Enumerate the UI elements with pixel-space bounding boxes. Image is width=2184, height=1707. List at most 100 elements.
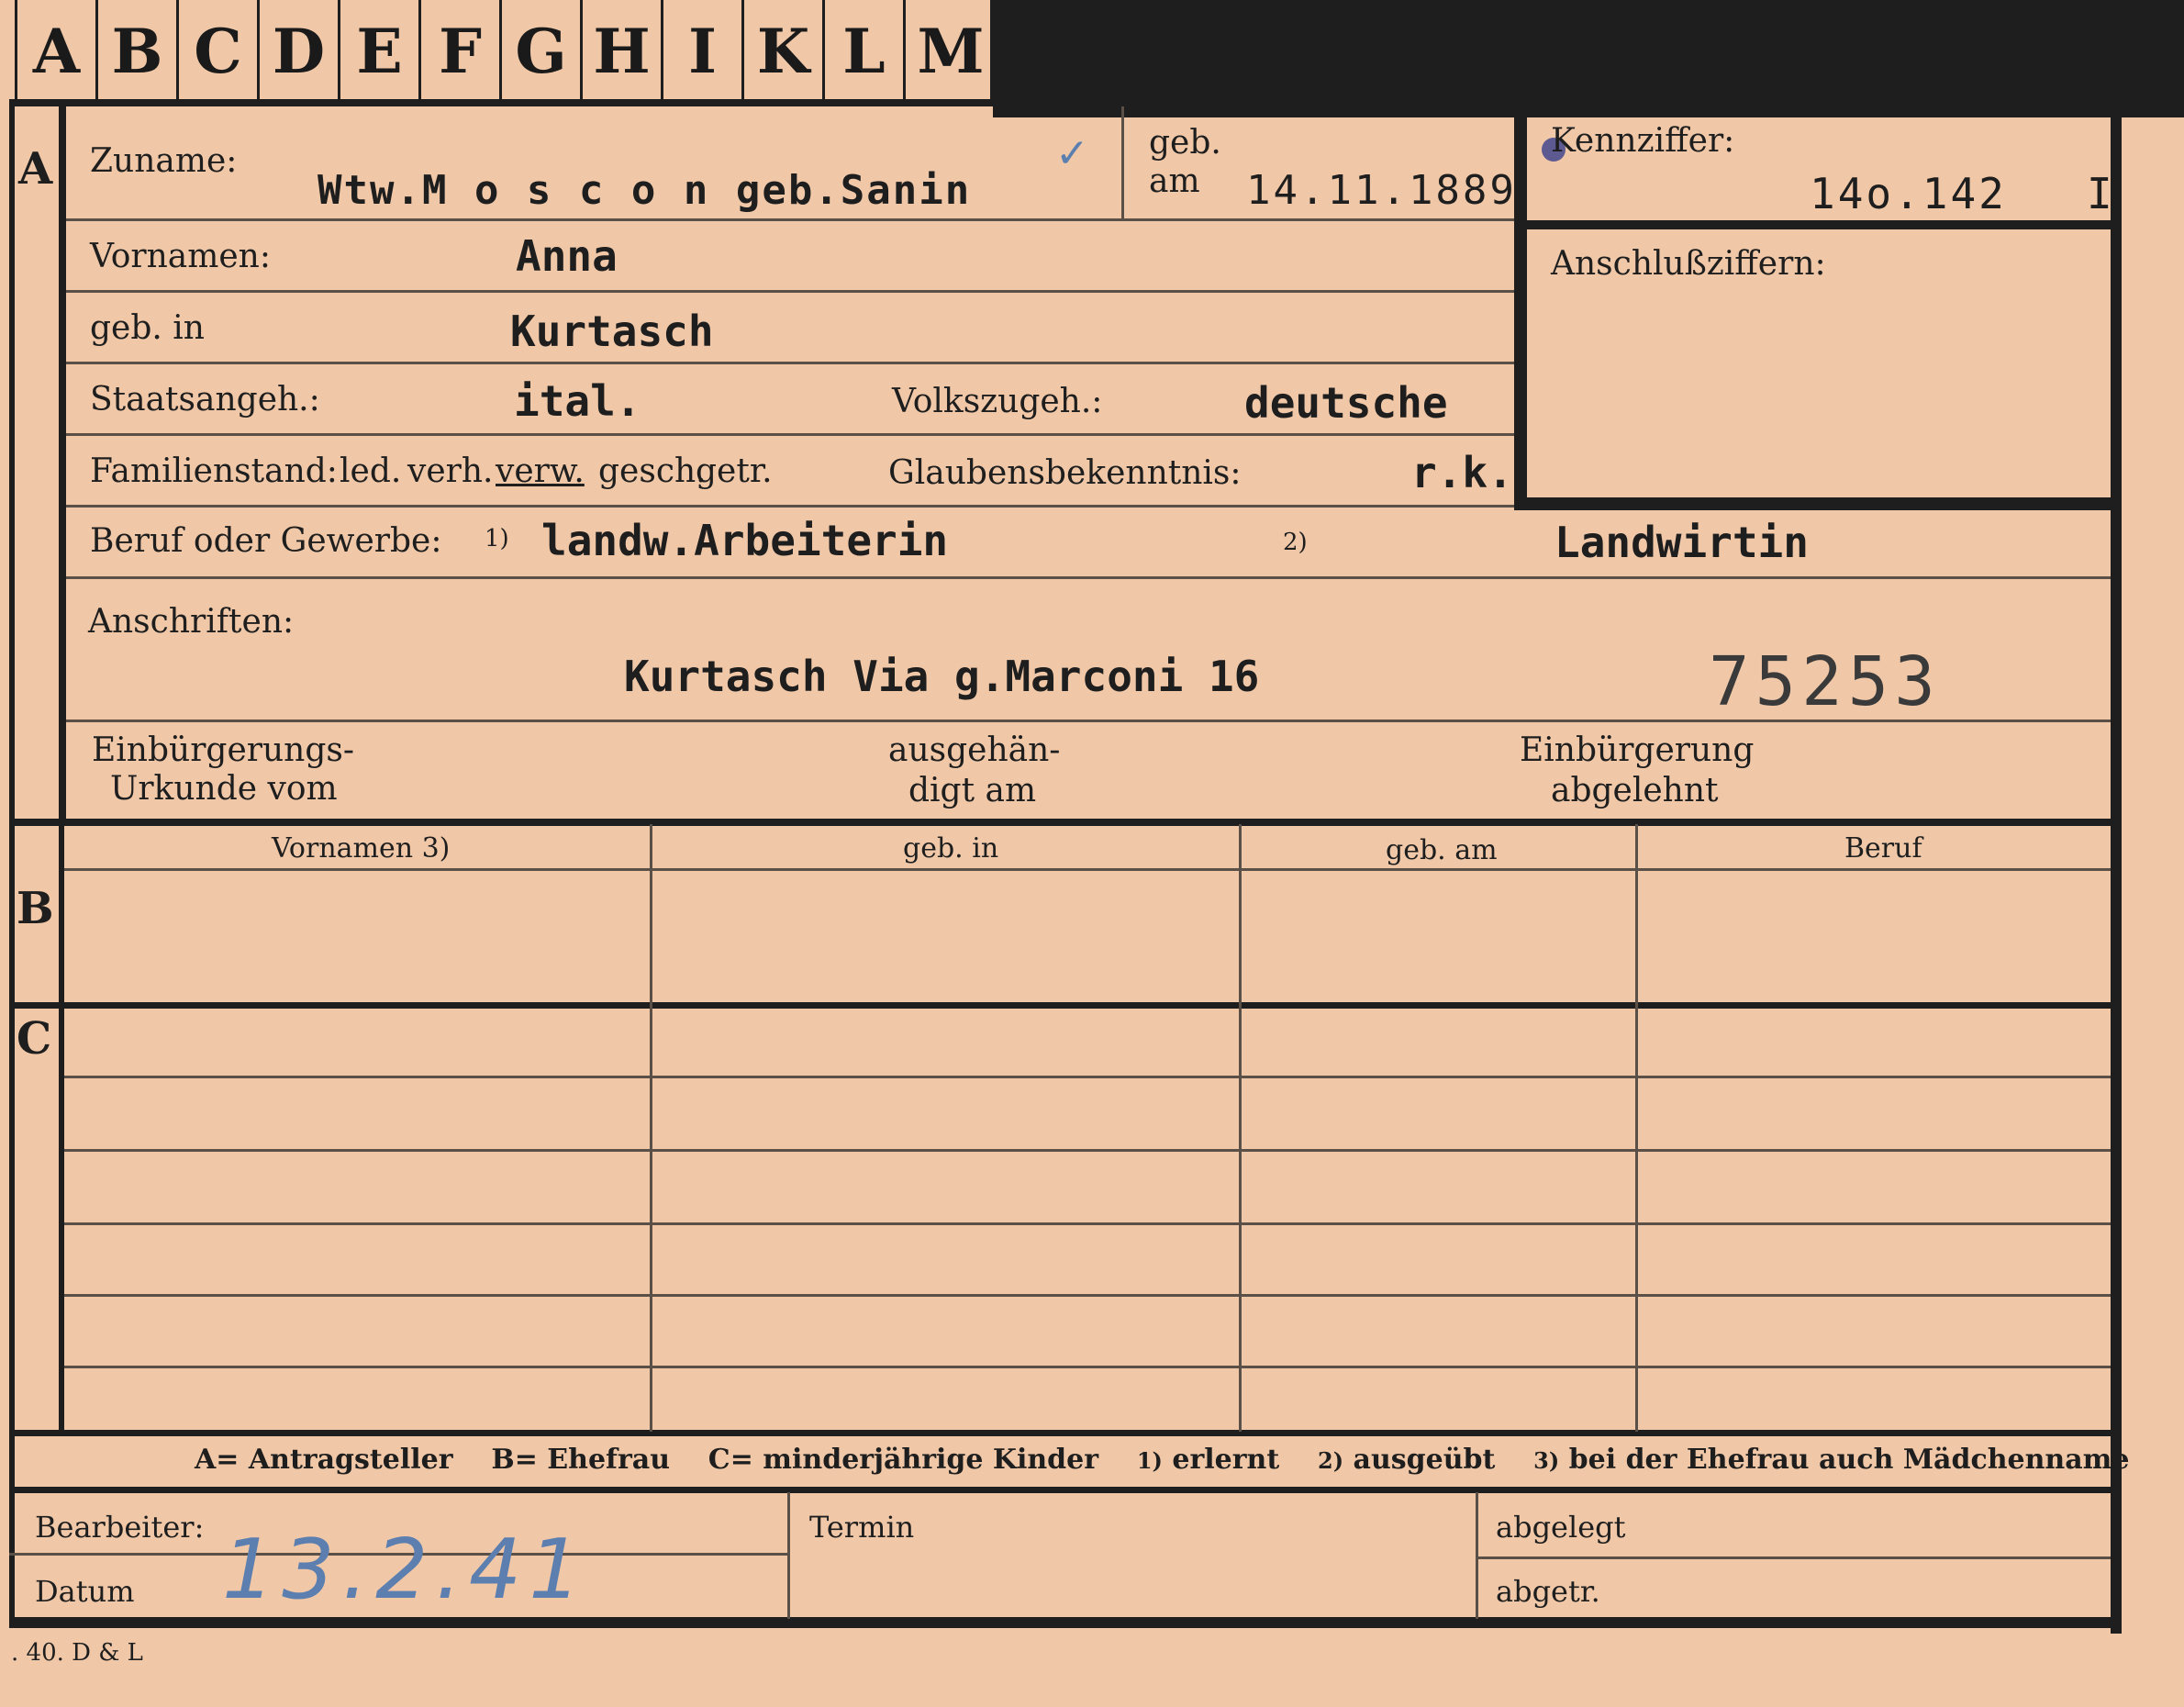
section-b-marker: B: [17, 883, 54, 934]
legend-text: bei der Ehefrau auch Mädchenname: [1568, 1444, 2130, 1476]
column-header-born-in: geb. in: [903, 832, 999, 865]
index-tab[interactable]: G: [502, 0, 583, 103]
registration-card: A B C D E F G H I K L M A B C Zuname: Wt…: [0, 0, 2184, 1707]
section-a-marker: A: [18, 143, 53, 195]
marital-option-single[interactable]: led.: [340, 455, 401, 488]
id-number-value[interactable]: 14o.142: [1810, 173, 2007, 215]
row-line: [66, 433, 1514, 436]
nationality-value[interactable]: ital.: [514, 380, 641, 422]
naturalization-certificate-label-1: Einbürgerungs-: [92, 731, 355, 769]
index-tab[interactable]: M: [906, 0, 996, 103]
date-label: Datum: [35, 1574, 135, 1609]
footer-row-line: [1477, 1556, 2111, 1559]
legend-key: 1): [1136, 1447, 1163, 1474]
born-on-value[interactable]: 14.11.1889: [1246, 171, 1517, 211]
table-column-line: [1239, 824, 1242, 1432]
id-box-bottom-line: [1514, 497, 2112, 510]
section-b-inner-left-line: [59, 824, 64, 1434]
born-on-label-geb: geb.: [1149, 124, 1221, 162]
born-in-label: geb. in: [90, 309, 205, 347]
separated-label: abgetr.: [1496, 1574, 1600, 1609]
born-in-value[interactable]: Kurtasch: [510, 310, 714, 352]
legend-key: B: [491, 1444, 515, 1476]
section-a-b-divider: [9, 819, 2112, 826]
first-names-value[interactable]: Anna: [516, 235, 618, 277]
row-line: [66, 362, 1514, 364]
frame-top-line: [9, 99, 1523, 106]
table-column-line: [650, 824, 652, 1432]
first-names-label: Vornamen:: [90, 238, 271, 275]
row-line: [66, 290, 1514, 293]
index-tab[interactable]: A: [17, 0, 98, 103]
naturalization-refused-label-2: abgelehnt: [1551, 772, 1719, 809]
legend-key: 3): [1533, 1447, 1560, 1474]
legend-bottom-line: [9, 1487, 2112, 1493]
index-tab[interactable]: D: [260, 0, 340, 103]
religion-label: Glaubensbekenntnis:: [888, 454, 1242, 492]
deadline-label: Termin: [809, 1510, 915, 1545]
index-tab[interactable]: F: [421, 0, 502, 103]
child-row-line: [64, 1294, 2111, 1297]
child-row-line: [64, 1222, 2111, 1225]
marital-option-married[interactable]: verh.: [407, 455, 493, 488]
row-line: [66, 218, 1514, 221]
table-bottom-line: [9, 1430, 2112, 1436]
born-on-label-am: am: [1149, 162, 1200, 200]
footer-bottom-line: [9, 1617, 2122, 1628]
index-tab[interactable]: B: [98, 0, 179, 103]
occupation-note-1: 1): [485, 525, 509, 552]
index-tab[interactable]: L: [825, 0, 906, 103]
date-value[interactable]: 13.2.41: [222, 1529, 589, 1612]
processor-label: Bearbeiter:: [35, 1510, 205, 1545]
nationality-label: Staatsangeh.:: [90, 381, 320, 418]
section-b-c-divider: [9, 1002, 2112, 1009]
index-tab[interactable]: I: [663, 0, 744, 103]
index-tab[interactable]: H: [583, 0, 663, 103]
id-number-suffix: I: [2087, 169, 2112, 218]
surname-label: Zuname:: [90, 142, 238, 180]
surname-born-divider: [1121, 106, 1124, 220]
row-line: [66, 505, 1514, 508]
footer-column-line: [787, 1492, 790, 1619]
frame-right-line: [2111, 117, 2122, 1634]
marital-status-label: Familienstand:: [90, 452, 338, 490]
occupation-label: Beruf oder Gewerbe:: [90, 522, 442, 560]
filed-label: abgelegt: [1496, 1510, 1626, 1545]
index-tab[interactable]: E: [340, 0, 421, 103]
connection-numbers-label: Anschlußziffern:: [1551, 245, 1826, 283]
row-line: [66, 576, 2111, 579]
child-row-line: [64, 1149, 2111, 1152]
address-value[interactable]: Kurtasch Via g.Marconi 16: [624, 655, 1259, 697]
marital-option-widowed[interactable]: verw.: [496, 455, 585, 488]
table-header-line: [64, 868, 2111, 871]
ethnicity-value[interactable]: deutsche: [1244, 382, 1448, 424]
column-header-first-names: Vornamen 3): [272, 832, 451, 865]
naturalization-certificate-label-2: Urkunde vom: [110, 770, 338, 808]
column-header-occupation: Beruf: [1844, 832, 1922, 865]
religion-value[interactable]: r.k.: [1411, 452, 1513, 494]
section-a-inner-left-line: [59, 99, 66, 824]
surname-value[interactable]: Wtw.M o s c o n geb.Sanin: [318, 171, 971, 211]
address-stamp-number: 75253: [1709, 642, 1941, 721]
index-tabs: A B C D E F G H I K L M: [15, 0, 993, 103]
ethnicity-label: Volkszugeh.:: [892, 383, 1103, 420]
child-row-line: [64, 1076, 2111, 1078]
marital-option-separated[interactable]: getr.: [696, 455, 773, 488]
handed-out-label-1: ausgehän-: [888, 731, 1061, 769]
legend-text: = minderjährige Kinder: [730, 1444, 1099, 1476]
child-row-line: [64, 1366, 2111, 1368]
occupation-learned-value[interactable]: landw.Arbeiterin: [541, 519, 948, 562]
footer-column-line: [1476, 1492, 1478, 1619]
id-number-label: Kennziffer:: [1551, 122, 1735, 160]
id-box-mid-line: [1514, 220, 2112, 229]
occupation-practiced-value[interactable]: Landwirtin: [1554, 521, 1809, 563]
legend-key: A: [195, 1444, 217, 1476]
table-column-line: [1635, 824, 1638, 1432]
legend: A= Antragsteller B= Ehefrau C= minderjäh…: [195, 1444, 2130, 1483]
frame-left-line: [9, 99, 15, 1623]
handed-out-label-2: digt am: [908, 772, 1037, 809]
index-tab[interactable]: C: [179, 0, 260, 103]
marital-option-divorced[interactable]: gesch.: [598, 455, 707, 488]
section-c-marker: C: [17, 1013, 52, 1065]
index-tab[interactable]: K: [744, 0, 825, 103]
